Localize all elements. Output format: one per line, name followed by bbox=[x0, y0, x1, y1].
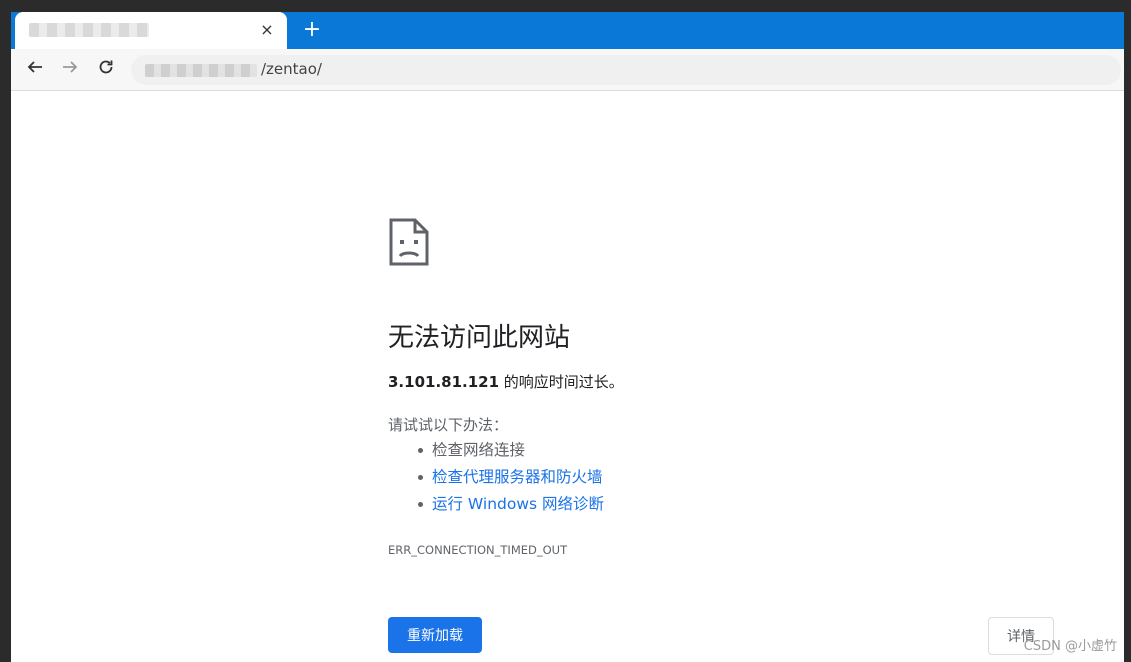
tab-title-blurred bbox=[29, 23, 149, 37]
suggestion-intro: 请试试以下办法： bbox=[388, 416, 509, 434]
suggestion-item-network: 检查网络连接 bbox=[388, 439, 604, 466]
reload-icon bbox=[99, 60, 113, 74]
url-host-blurred bbox=[145, 64, 257, 77]
back-button[interactable] bbox=[23, 58, 47, 80]
host-address: 3.101.81.121 bbox=[388, 373, 500, 391]
forward-button[interactable] bbox=[58, 58, 82, 80]
active-tab[interactable]: × bbox=[15, 12, 287, 49]
browser-window: × + /zentao/ 无法访问此网站 3.101.81.121 的响应时间过… bbox=[11, 12, 1124, 662]
page-title: 无法访问此网站 bbox=[388, 323, 571, 353]
arrow-left-icon bbox=[27, 61, 42, 73]
suggestion-list: 检查网络连接 检查代理服务器和防火墙 运行 Windows 网络诊断 bbox=[388, 439, 604, 520]
tab-bar: × + bbox=[11, 12, 1124, 49]
arrow-right-icon bbox=[63, 61, 78, 73]
description-suffix: 的响应时间过长。 bbox=[499, 373, 624, 391]
suggestion-text: 检查网络连接 bbox=[432, 441, 526, 459]
address-bar[interactable]: /zentao/ bbox=[131, 55, 1121, 85]
reload-button[interactable] bbox=[94, 58, 118, 80]
new-tab-button[interactable]: + bbox=[300, 18, 324, 42]
sad-document-icon bbox=[389, 218, 429, 266]
watermark: CSDN @小虚竹 bbox=[1023, 639, 1117, 654]
proxy-firewall-link[interactable]: 检查代理服务器和防火墙 bbox=[432, 468, 603, 486]
close-tab-icon[interactable]: × bbox=[257, 20, 277, 40]
reload-page-button[interactable]: 重新加载 bbox=[388, 617, 482, 653]
error-page: 无法访问此网站 3.101.81.121 的响应时间过长。 请试试以下办法： 检… bbox=[11, 91, 1124, 662]
error-description: 3.101.81.121 的响应时间过长。 bbox=[388, 371, 624, 392]
error-code: ERR_CONNECTION_TIMED_OUT bbox=[388, 543, 568, 557]
suggestion-item-proxy[interactable]: 检查代理服务器和防火墙 bbox=[388, 466, 604, 493]
windows-diagnostics-link[interactable]: 运行 Windows 网络诊断 bbox=[432, 495, 604, 513]
url-path: /zentao/ bbox=[261, 60, 322, 78]
browser-toolbar: /zentao/ bbox=[11, 49, 1124, 91]
suggestion-item-diagnostics[interactable]: 运行 Windows 网络诊断 bbox=[388, 493, 604, 520]
